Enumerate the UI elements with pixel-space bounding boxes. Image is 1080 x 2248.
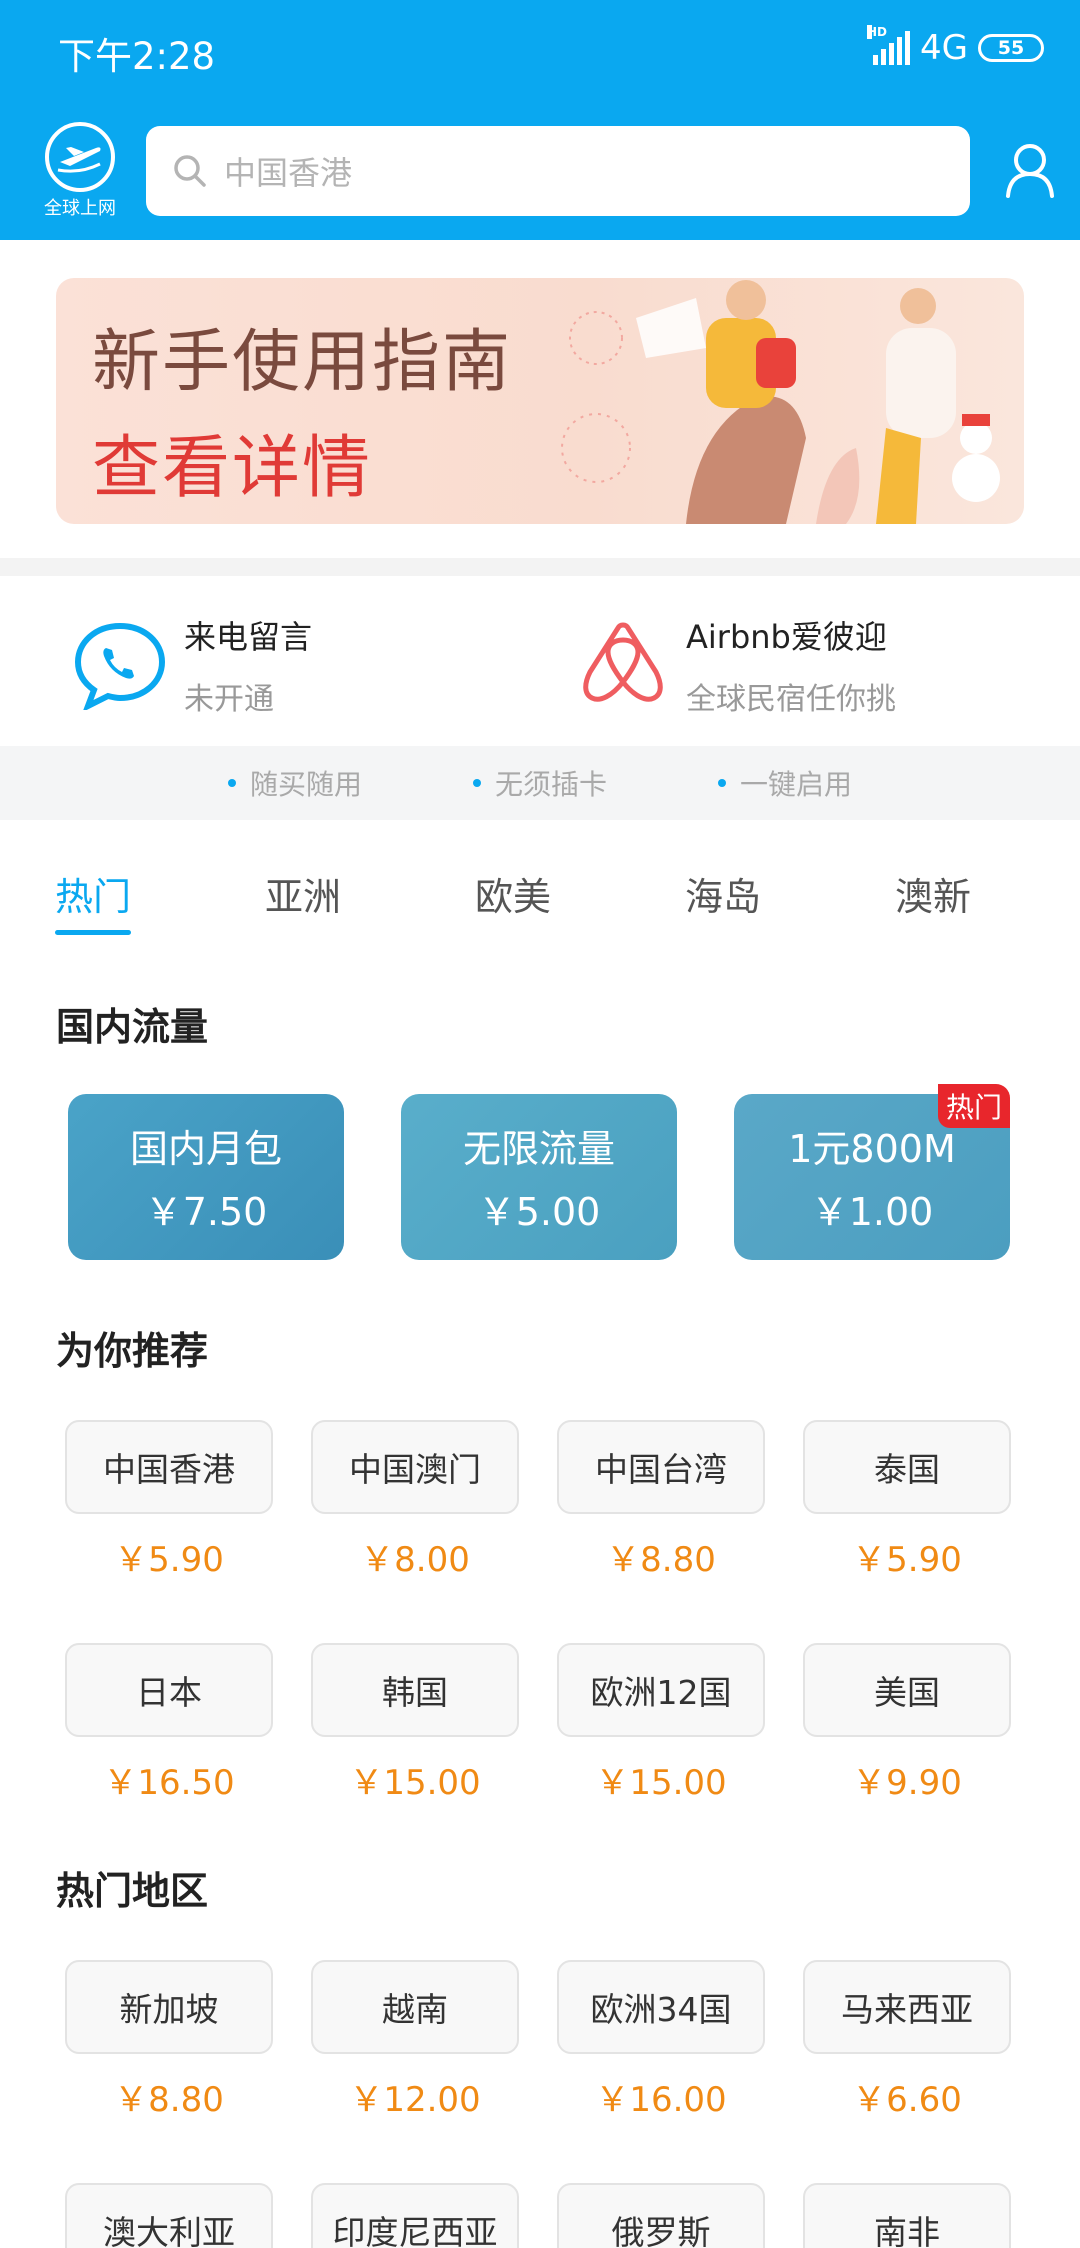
card-price: ￥1.00 [810, 1190, 934, 1234]
region-chip[interactable]: 韩国 [311, 1643, 519, 1737]
region-chip[interactable]: 美国 [803, 1643, 1011, 1737]
region-price: ￥8.80 [606, 1540, 716, 1580]
top-header: 下午2:28 HD 4G 55 全球上网 中国香港 [0, 0, 1080, 240]
phone-chat-icon [74, 622, 166, 710]
section-title-hot-regions: 热门地区 [56, 1869, 209, 1913]
user-icon[interactable] [1002, 140, 1058, 200]
tip-item: 一键启用 [663, 763, 908, 803]
region-chip[interactable]: 欧洲12国 [557, 1643, 765, 1737]
search-icon [174, 155, 206, 187]
feature-subtitle: 全球民宿任你挑 [686, 682, 896, 717]
region-chip[interactable]: 日本 [65, 1643, 273, 1737]
signal-icon: HD [867, 25, 911, 65]
status-icons: HD 4G 55 [867, 25, 1044, 68]
banner-illustration [561, 280, 1000, 524]
domestic-card[interactable]: 国内月包 ￥7.50 [68, 1094, 344, 1260]
hot-badge: 热门 [937, 1084, 1010, 1128]
region-chip[interactable]: 中国香港 [65, 1420, 273, 1514]
tip-label: 一键启用 [739, 768, 852, 801]
region-chip[interactable]: 印度尼西亚 [311, 2183, 519, 2248]
app-logo[interactable]: 全球上网 [36, 122, 124, 220]
region-price: ￥16.00 [595, 2080, 727, 2120]
banner-cta: 查看详情 [92, 429, 373, 508]
status-time: 下午2:28 [58, 35, 216, 78]
tips-bar: 随买随用 无须插卡 一键启用 [0, 746, 1080, 820]
hd-label: HD [867, 25, 888, 39]
tab-hot[interactable]: 热门 [13, 866, 173, 921]
card-price: ￥7.50 [144, 1190, 268, 1234]
feature-subtitle: 未开通 [184, 682, 274, 717]
bullet-icon [717, 779, 726, 787]
tip-label: 随买随用 [249, 768, 362, 801]
battery-icon: 55 [978, 34, 1044, 62]
card-name: 国内月包 [129, 1127, 282, 1171]
airbnb-icon [583, 622, 663, 702]
tab-asia[interactable]: 亚洲 [223, 866, 383, 921]
banner-title: 新手使用指南 [92, 323, 513, 402]
tab-islands[interactable]: 海岛 [643, 866, 803, 921]
region-price: ￥15.00 [349, 1763, 481, 1803]
region-chip[interactable]: 中国澳门 [311, 1420, 519, 1514]
region-price: ￥12.00 [349, 2080, 481, 2120]
section-title-domestic: 国内流量 [56, 1005, 209, 1049]
region-price: ￥9.90 [852, 1763, 962, 1803]
region-chip[interactable]: 马来西亚 [803, 1960, 1011, 2054]
plane-icon [45, 122, 115, 192]
logo-label: 全球上网 [44, 198, 116, 219]
bullet-icon [472, 779, 481, 787]
region-price: ￥5.90 [852, 1540, 962, 1580]
region-price: ￥16.50 [103, 1763, 235, 1803]
battery-level: 55 [997, 37, 1025, 59]
region-tabs: 热门 亚洲 欧美 海岛 澳新 [0, 866, 1080, 936]
tip-item: 无须插卡 [418, 763, 663, 803]
tab-europe-america[interactable]: 欧美 [433, 866, 593, 921]
card-price: ￥5.00 [477, 1190, 601, 1234]
region-price: ￥8.00 [360, 1540, 470, 1580]
region-price: ￥8.80 [114, 2080, 224, 2120]
region-price: ￥5.90 [114, 1540, 224, 1580]
section-divider [0, 558, 1080, 576]
network-type: 4G [920, 28, 968, 68]
feature-voicemail[interactable]: 来电留言 未开通 [72, 612, 312, 718]
section-title-recommend: 为你推荐 [56, 1329, 209, 1373]
region-chip[interactable]: 新加坡 [65, 1960, 273, 2054]
region-chip[interactable]: 欧洲34国 [557, 1960, 765, 2054]
search-input[interactable]: 中国香港 [146, 126, 970, 216]
region-price: ￥15.00 [595, 1763, 727, 1803]
region-chip[interactable]: 南非 [803, 2183, 1011, 2248]
region-chip[interactable]: 泰国 [803, 1420, 1011, 1514]
feature-title: Airbnb爱彼迎 [686, 618, 887, 656]
tip-item: 随买随用 [173, 763, 418, 803]
guide-banner[interactable]: 新手使用指南 查看详情 [56, 278, 1024, 524]
search-placeholder: 中国香港 [224, 154, 353, 192]
domestic-card[interactable]: 热门 1元800M ￥1.00 [734, 1084, 1010, 1260]
feature-title: 来电留言 [184, 618, 313, 656]
region-chip[interactable]: 俄罗斯 [557, 2183, 765, 2248]
tab-australia-nz[interactable]: 澳新 [853, 866, 1013, 921]
card-name: 1元800M [788, 1127, 956, 1171]
card-name: 无限流量 [462, 1127, 615, 1171]
bullet-icon [227, 779, 236, 787]
region-chip[interactable]: 越南 [311, 1960, 519, 2054]
tip-label: 无须插卡 [494, 768, 607, 801]
domestic-card[interactable]: 无限流量 ￥5.00 [401, 1094, 677, 1260]
region-chip[interactable]: 澳大利亚 [65, 2183, 273, 2248]
tab-indicator [55, 930, 131, 935]
region-chip[interactable]: 中国台湾 [557, 1420, 765, 1514]
feature-airbnb[interactable]: Airbnb爱彼迎 全球民宿任你挑 [580, 612, 1016, 718]
region-price: ￥6.60 [852, 2080, 962, 2120]
